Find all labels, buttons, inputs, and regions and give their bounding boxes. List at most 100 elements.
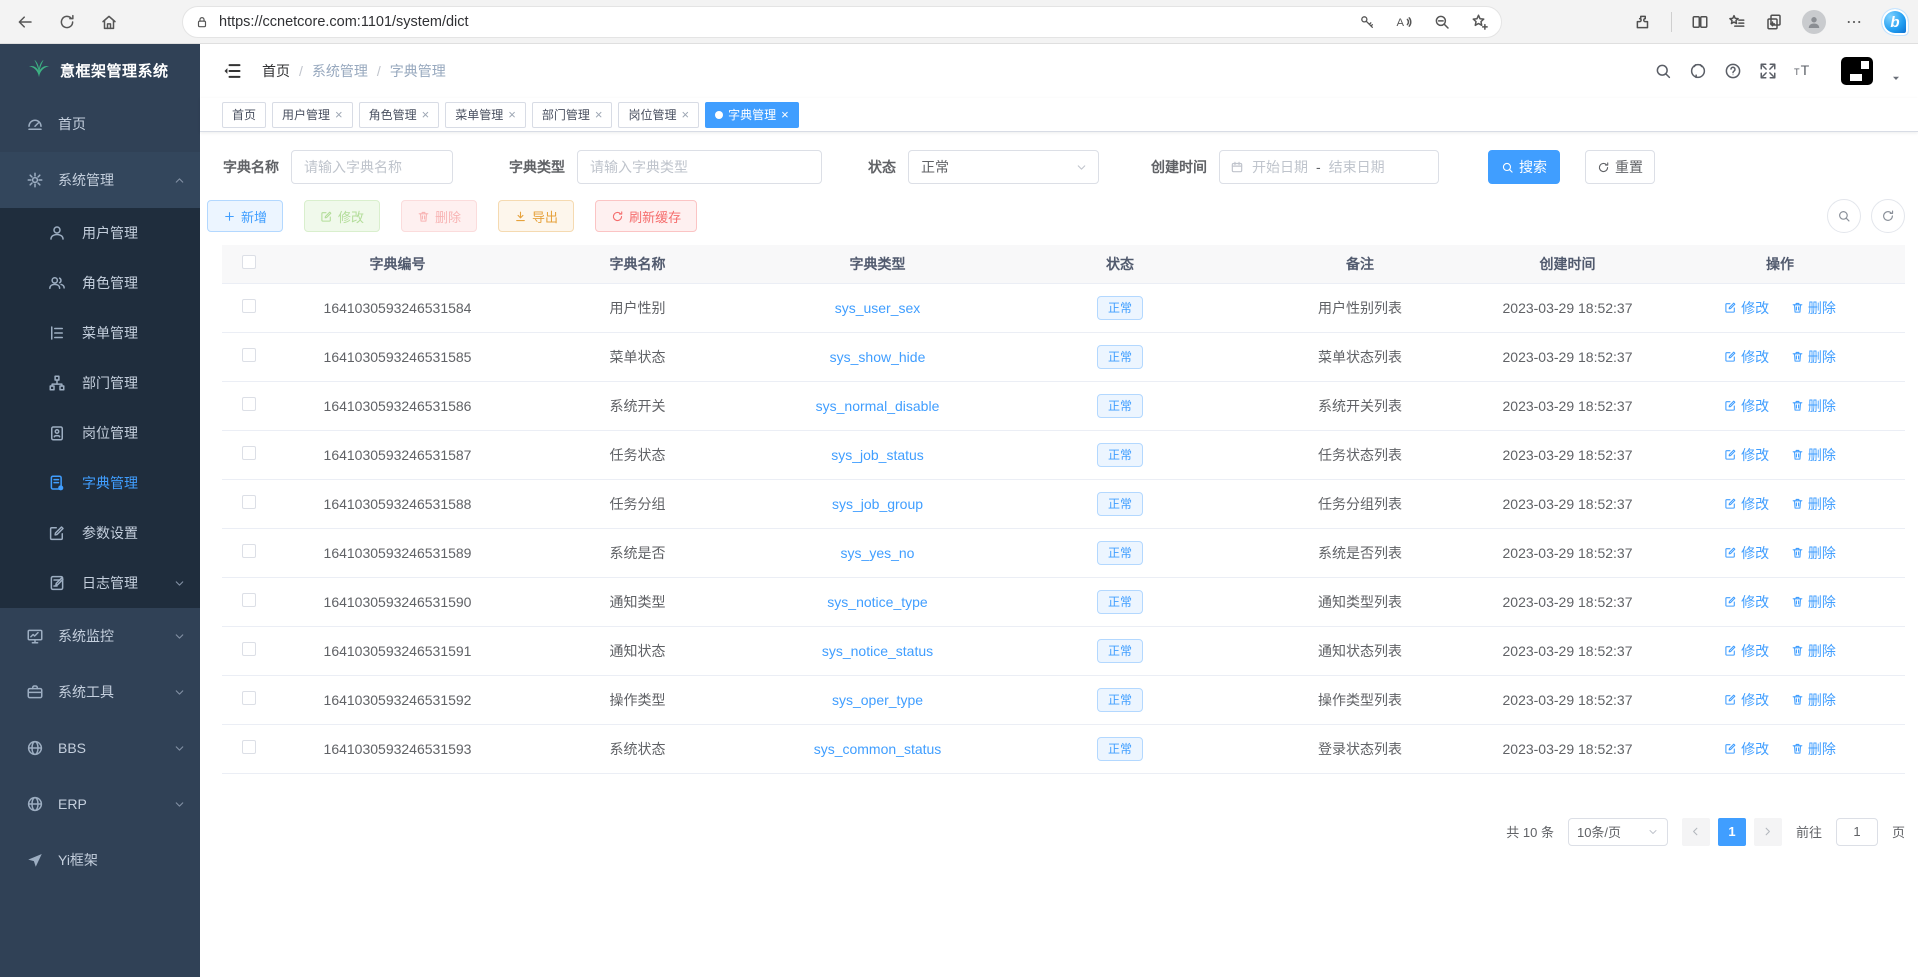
row-edit-link[interactable]: 修改: [1724, 592, 1769, 612]
sidebar-item-bbs[interactable]: BBS: [0, 720, 200, 776]
row-checkbox[interactable]: [242, 593, 256, 607]
more-icon[interactable]: [1845, 13, 1863, 31]
collections-icon[interactable]: [1765, 13, 1783, 31]
row-delete-link[interactable]: 删除: [1791, 739, 1836, 759]
row-edit-link[interactable]: 修改: [1724, 396, 1769, 416]
browser-reload-button[interactable]: [50, 5, 84, 39]
dict-type-link[interactable]: sys_oper_type: [832, 692, 923, 708]
sidebar-item-monitor[interactable]: 系统监控: [0, 608, 200, 664]
dict-type-link[interactable]: sys_notice_type: [827, 594, 927, 610]
show-search-toggle-button[interactable]: [1827, 199, 1861, 233]
profile-avatar[interactable]: [1802, 10, 1826, 34]
fullscreen-icon[interactable]: [1759, 62, 1777, 80]
github-icon[interactable]: [1689, 62, 1707, 80]
page-size-select[interactable]: 10条/页: [1568, 818, 1668, 846]
page-1-button[interactable]: 1: [1718, 818, 1746, 846]
sidebar-item-post[interactable]: 岗位管理: [0, 408, 200, 458]
delete-button[interactable]: 删除: [401, 200, 477, 232]
tab-user[interactable]: 用户管理 ×: [272, 102, 353, 128]
sidebar-item-dict[interactable]: 字典管理: [0, 458, 200, 508]
refresh-cache-button[interactable]: 刷新缓存: [595, 200, 697, 232]
tab-post[interactable]: 岗位管理 ×: [618, 102, 699, 128]
dict-type-input[interactable]: [577, 150, 822, 184]
browser-home-button[interactable]: [92, 5, 126, 39]
row-checkbox[interactable]: [242, 544, 256, 558]
row-checkbox[interactable]: [242, 642, 256, 656]
row-checkbox[interactable]: [242, 348, 256, 362]
reset-button[interactable]: 重置: [1585, 150, 1655, 184]
close-icon[interactable]: ×: [781, 108, 789, 121]
row-checkbox[interactable]: [242, 691, 256, 705]
lock-icon[interactable]: [195, 15, 209, 29]
favorites-icon[interactable]: [1728, 13, 1746, 31]
tab-menu[interactable]: 菜单管理 ×: [445, 102, 526, 128]
close-icon[interactable]: ×: [595, 108, 603, 121]
row-delete-link[interactable]: 删除: [1791, 347, 1836, 367]
row-delete-link[interactable]: 删除: [1791, 494, 1836, 514]
goto-page-input[interactable]: [1836, 818, 1878, 846]
row-checkbox[interactable]: [242, 740, 256, 754]
sidebar-item-erp[interactable]: ERP: [0, 776, 200, 832]
dict-type-link[interactable]: sys_show_hide: [830, 349, 926, 365]
edit-button[interactable]: 修改: [304, 200, 380, 232]
row-edit-link[interactable]: 修改: [1724, 690, 1769, 710]
dict-type-link[interactable]: sys_yes_no: [841, 545, 915, 561]
row-checkbox[interactable]: [242, 495, 256, 509]
row-delete-link[interactable]: 删除: [1791, 396, 1836, 416]
tab-dept[interactable]: 部门管理 ×: [532, 102, 613, 128]
url-text[interactable]: https://ccnetcore.com:1101/system/dict: [219, 14, 1359, 30]
date-start-placeholder[interactable]: 开始日期: [1252, 157, 1308, 177]
close-icon[interactable]: ×: [681, 108, 689, 121]
date-range-picker[interactable]: 开始日期 - 结束日期: [1219, 150, 1439, 184]
dict-type-link[interactable]: sys_user_sex: [835, 300, 921, 316]
select-all-checkbox[interactable]: [242, 255, 256, 269]
export-button[interactable]: 导出: [498, 200, 574, 232]
close-icon[interactable]: ×: [335, 108, 343, 121]
date-end-placeholder[interactable]: 结束日期: [1329, 157, 1385, 177]
row-checkbox[interactable]: [242, 446, 256, 460]
read-aloud-icon[interactable]: [1395, 13, 1413, 31]
add-favorite-icon[interactable]: [1471, 13, 1489, 31]
row-checkbox[interactable]: [242, 299, 256, 313]
sidebar-item-home[interactable]: 首页: [0, 96, 200, 152]
dict-type-link[interactable]: sys_notice_status: [822, 643, 933, 659]
breadcrumb-home[interactable]: 首页: [262, 61, 290, 81]
sidebar-item-yi[interactable]: Yi框架: [0, 832, 200, 888]
caret-down-icon[interactable]: [1890, 72, 1902, 84]
row-delete-link[interactable]: 删除: [1791, 445, 1836, 465]
row-delete-link[interactable]: 删除: [1791, 641, 1836, 661]
row-edit-link[interactable]: 修改: [1724, 543, 1769, 563]
help-icon[interactable]: [1724, 62, 1742, 80]
prev-page-button[interactable]: [1682, 818, 1710, 846]
dict-name-input[interactable]: [291, 150, 453, 184]
next-page-button[interactable]: [1754, 818, 1782, 846]
key-icon[interactable]: [1359, 14, 1375, 30]
tab-dict[interactable]: 字典管理 ×: [705, 102, 799, 128]
refresh-table-button[interactable]: [1871, 199, 1905, 233]
add-button[interactable]: 新增: [207, 200, 283, 232]
row-edit-link[interactable]: 修改: [1724, 298, 1769, 318]
sidebar-item-param[interactable]: 参数设置: [0, 508, 200, 558]
sidebar-item-system[interactable]: 系统管理: [0, 152, 200, 208]
row-delete-link[interactable]: 删除: [1791, 690, 1836, 710]
bing-chat-icon[interactable]: b: [1882, 9, 1908, 35]
sidebar-item-menu[interactable]: 菜单管理: [0, 308, 200, 358]
row-edit-link[interactable]: 修改: [1724, 641, 1769, 661]
row-edit-link[interactable]: 修改: [1724, 347, 1769, 367]
sidebar-item-user[interactable]: 用户管理: [0, 208, 200, 258]
status-select[interactable]: 正常: [908, 150, 1099, 184]
tab-role[interactable]: 角色管理 ×: [359, 102, 440, 128]
row-edit-link[interactable]: 修改: [1724, 739, 1769, 759]
extensions-icon[interactable]: [1634, 13, 1652, 31]
row-delete-link[interactable]: 删除: [1791, 543, 1836, 563]
tab-home[interactable]: 首页: [222, 102, 266, 128]
close-icon[interactable]: ×: [508, 108, 516, 121]
row-edit-link[interactable]: 修改: [1724, 445, 1769, 465]
dict-type-link[interactable]: sys_job_status: [831, 447, 924, 463]
app-logo[interactable]: 意框架管理系统: [0, 44, 200, 96]
dict-type-link[interactable]: sys_normal_disable: [816, 398, 940, 414]
address-bar[interactable]: https://ccnetcore.com:1101/system/dict: [182, 6, 1502, 38]
search-button[interactable]: 搜索: [1488, 150, 1560, 184]
sidebar-item-role[interactable]: 角色管理: [0, 258, 200, 308]
org-logo[interactable]: [1841, 57, 1873, 85]
